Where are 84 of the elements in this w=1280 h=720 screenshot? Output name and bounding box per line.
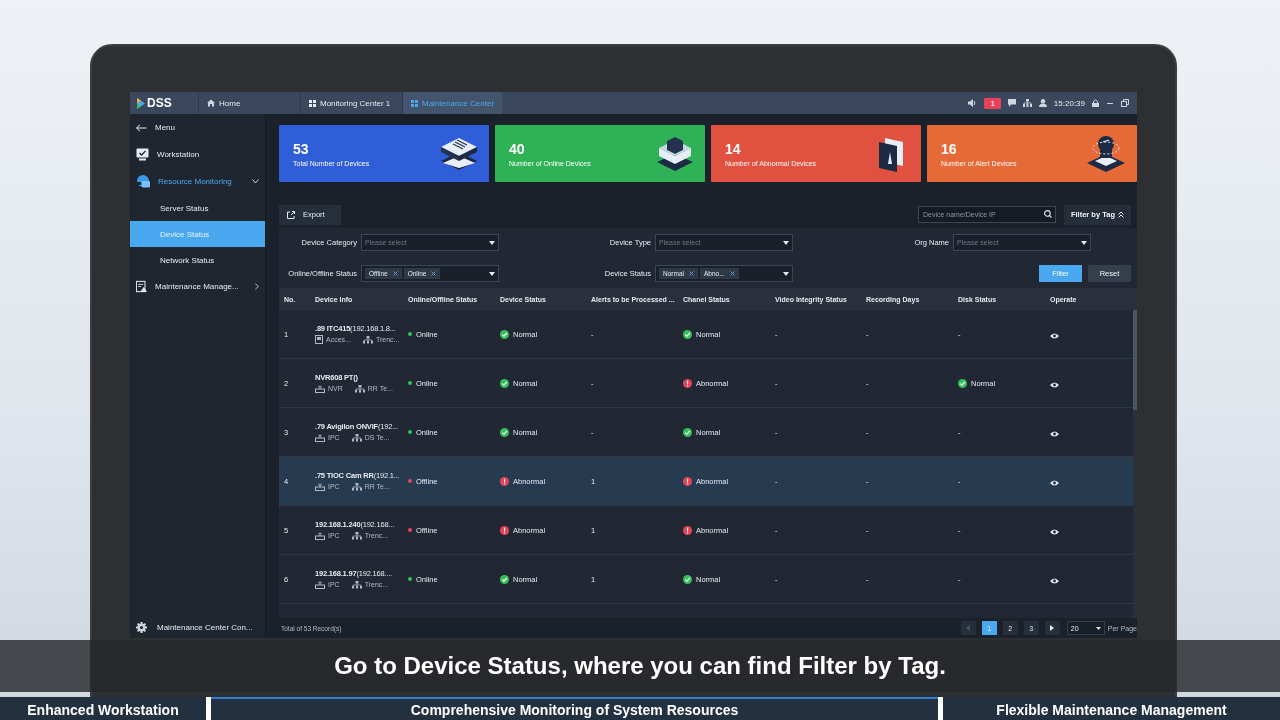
stat-value: 40 — [509, 140, 526, 157]
search-icon — [1043, 210, 1052, 218]
warning-circle-icon — [683, 476, 692, 486]
eye-icon — [1050, 431, 1059, 437]
check-circle-icon — [500, 427, 509, 437]
access-panel-icon — [315, 335, 323, 344]
sidebar-item[interactable]: Resource Monitoring — [130, 168, 265, 195]
cloud-icon — [136, 175, 150, 188]
home-icon — [207, 99, 215, 107]
app-logo-text: DSS — [147, 96, 172, 110]
org-tree-icon — [1022, 99, 1032, 107]
caret-down-icon — [1081, 240, 1087, 245]
scrollbar[interactable] — [1133, 310, 1137, 618]
caret-down-icon — [1095, 626, 1101, 630]
sidebar-subitem[interactable]: Server Status — [130, 195, 265, 221]
back-arrow-icon — [136, 123, 147, 132]
double-chevron-up-icon — [1118, 211, 1124, 218]
close-icon — [729, 271, 735, 276]
eye-icon — [1050, 333, 1059, 339]
eye-icon — [1050, 382, 1059, 388]
check-circle-icon — [683, 427, 692, 437]
org-tree-icon — [362, 335, 373, 344]
chapter-label[interactable]: Comprehensive Monitoring of System Resources — [211, 697, 938, 720]
sidebar-item[interactable]: Workstation — [130, 141, 265, 168]
stat-value: 14 — [725, 140, 742, 157]
caret-right-icon — [1050, 624, 1055, 631]
gear-icon — [136, 621, 147, 633]
warning-circle-icon — [500, 525, 509, 535]
dss-logo-icon — [136, 97, 145, 109]
close-icon — [392, 271, 398, 276]
caret-down-icon — [783, 240, 789, 245]
report-icon — [136, 280, 148, 293]
chapter-label[interactable]: Enhanced Workstation — [0, 697, 206, 720]
org-tree-icon — [351, 433, 362, 442]
chevron-right-icon — [254, 283, 259, 290]
chapter-label[interactable]: Flexible Maintenance Management — [943, 697, 1280, 720]
clock-time: 15:20:39 — [1053, 98, 1085, 108]
recorder-icon — [315, 580, 325, 589]
user-icon — [1038, 99, 1047, 107]
warning-circle-icon — [500, 476, 509, 486]
recorder-icon — [315, 482, 325, 491]
org-tree-icon — [351, 580, 362, 589]
check-circle-icon — [500, 378, 509, 388]
org-tree-icon — [351, 531, 362, 540]
next-page-button[interactable] — [1044, 621, 1060, 635]
grid-icon — [411, 99, 418, 107]
check-circle-icon — [958, 378, 967, 388]
monitor-icon — [136, 148, 149, 161]
eye-icon — [1050, 578, 1059, 584]
alarm-count-badge[interactable]: 1 — [984, 97, 1001, 109]
recorder-icon — [315, 531, 325, 540]
lock-icon — [1092, 99, 1099, 107]
org-tree-icon — [351, 482, 362, 491]
message-icon — [1007, 99, 1016, 107]
check-circle-icon — [683, 329, 692, 339]
export-icon — [287, 210, 295, 219]
warning-circle-icon — [683, 378, 692, 388]
sidebar-subitem[interactable]: Network Status — [130, 247, 265, 273]
close-icon — [688, 271, 694, 276]
check-circle-icon — [683, 574, 692, 584]
warning-circle-icon — [683, 525, 692, 535]
check-circle-icon — [500, 574, 509, 584]
caret-left-icon — [966, 624, 971, 631]
grid-icon — [309, 99, 316, 107]
stat-value: 16 — [941, 140, 958, 157]
restore-icon — [1121, 99, 1129, 107]
close-icon — [431, 271, 437, 276]
subtitle: Go to Device Status, where you can find Filter by Tag. — [0, 640, 1280, 692]
sidebar-item[interactable]: Maintenance Manage... — [130, 273, 265, 300]
recorder-icon — [315, 384, 325, 393]
caret-down-icon — [783, 271, 789, 276]
caret-down-icon — [489, 240, 495, 245]
sidebar-footer-label[interactable]: Maintenance Center Con... — [157, 622, 253, 632]
recorder-icon — [315, 433, 325, 442]
eye-icon — [1050, 480, 1059, 486]
alarm-icon — [1085, 133, 1127, 174]
chevron-down-icon — [252, 179, 259, 184]
caret-down-icon — [489, 271, 495, 276]
menu-title: Menu — [155, 123, 176, 132]
stat-value: 53 — [293, 140, 310, 157]
speaker-icon — [968, 99, 978, 107]
check-circle-icon — [500, 329, 509, 339]
eye-icon — [1050, 529, 1059, 535]
org-tree-icon — [354, 384, 365, 393]
